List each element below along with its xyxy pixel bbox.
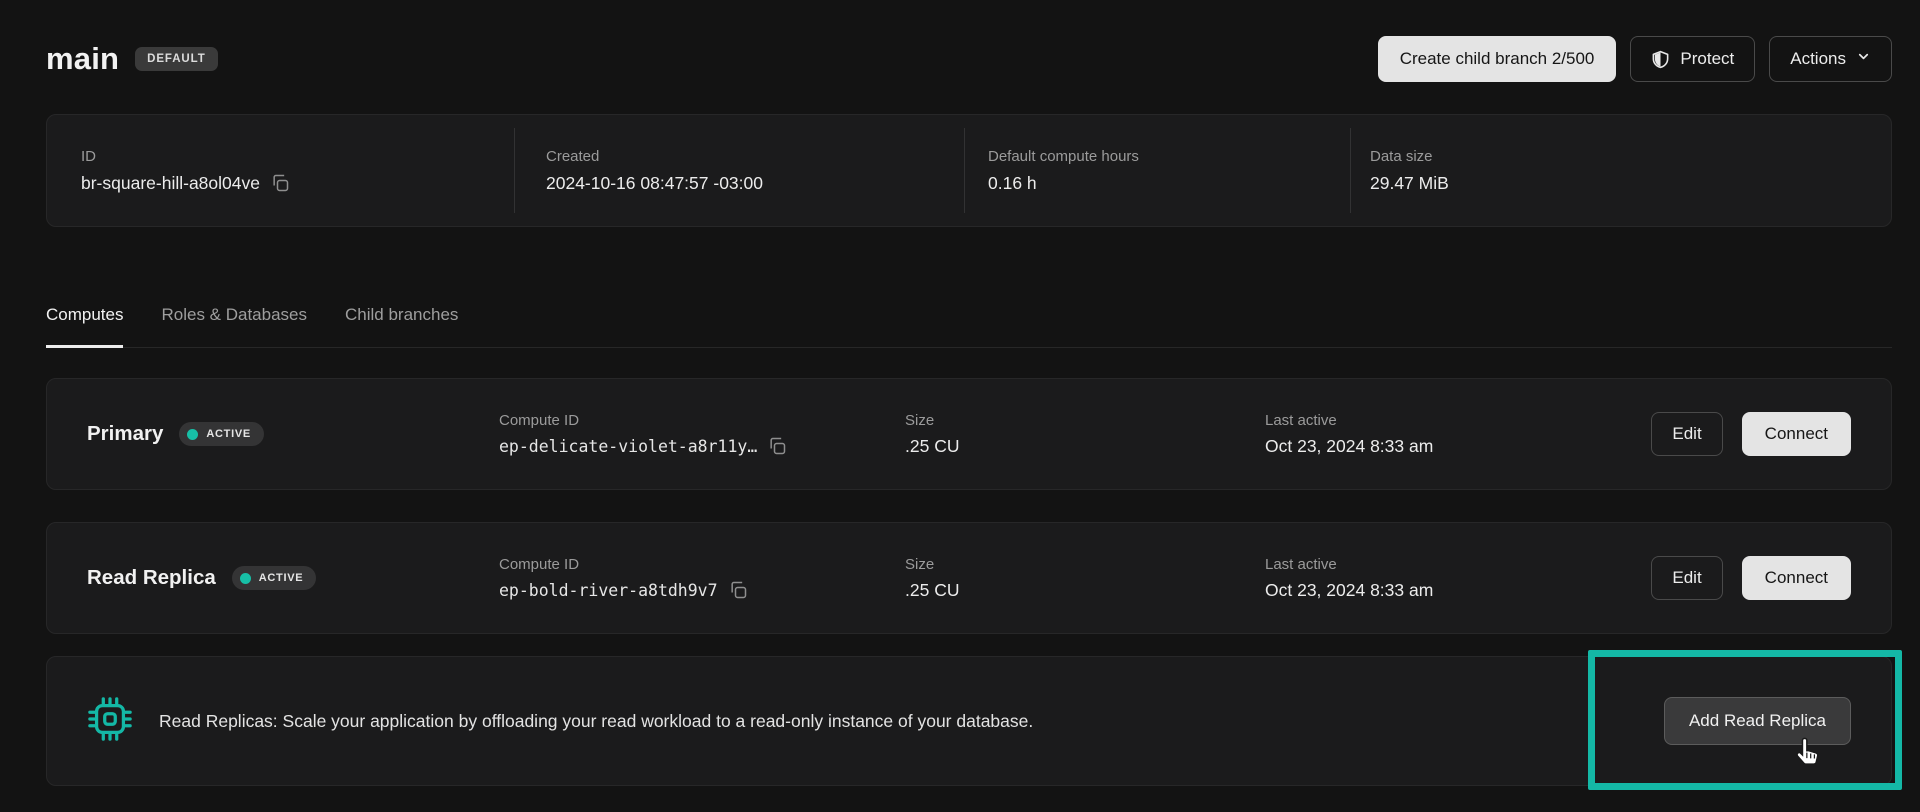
- page-header: main DEFAULT Create child branch 2/500 P…: [46, 36, 1892, 82]
- size-label: Size: [905, 412, 1265, 429]
- actions-button[interactable]: Actions: [1769, 36, 1892, 82]
- status-label: ACTIVE: [206, 428, 251, 440]
- branch-page: main DEFAULT Create child branch 2/500 P…: [0, 0, 1920, 812]
- copy-icon[interactable]: [270, 173, 290, 193]
- cpu-chip-icon: [87, 696, 133, 747]
- compute-id-label: Compute ID: [499, 556, 905, 573]
- tab-computes[interactable]: Computes: [46, 291, 123, 348]
- compute-row-primary: Primary ACTIVE Compute ID ep-delicate-vi…: [46, 378, 1892, 490]
- compute-id-value: ep-bold-river-a8tdh9v7: [499, 581, 718, 600]
- chevron-down-icon: [1856, 49, 1871, 69]
- status-dot-icon: [187, 429, 198, 440]
- summary-field-compute-hours: Default compute hours 0.16 h: [964, 115, 1350, 226]
- compute-name: Primary: [87, 422, 163, 446]
- summary-field-created: Created 2024-10-16 08:47:57 -03:00: [514, 115, 964, 226]
- branch-summary-card: ID br-square-hill-a8ol04ve Created 2024-…: [46, 114, 1892, 227]
- tab-roles-databases[interactable]: Roles & Databases: [161, 291, 307, 348]
- branch-id-value: br-square-hill-a8ol04ve: [81, 173, 260, 194]
- add-read-replica-button[interactable]: Add Read Replica: [1664, 697, 1851, 745]
- actions-label: Actions: [1790, 49, 1846, 69]
- edit-button[interactable]: Edit: [1651, 556, 1722, 600]
- compute-row-read-replica: Read Replica ACTIVE Compute ID ep-bold-r…: [46, 522, 1892, 634]
- branch-tabs: Computes Roles & Databases Child branche…: [46, 291, 1892, 348]
- status-badge: ACTIVE: [232, 566, 317, 590]
- copy-icon[interactable]: [767, 436, 787, 456]
- branch-title: main: [46, 41, 119, 77]
- created-value: 2024-10-16 08:47:57 -03:00: [546, 173, 964, 194]
- compute-name: Read Replica: [87, 566, 216, 590]
- compute-id-label: Compute ID: [499, 412, 905, 429]
- size-label: Size: [905, 556, 1265, 573]
- connect-button[interactable]: Connect: [1742, 412, 1851, 456]
- edit-button[interactable]: Edit: [1651, 412, 1722, 456]
- shield-icon: [1651, 49, 1670, 70]
- size-value: .25 CU: [905, 436, 1265, 457]
- last-active-label: Last active: [1265, 412, 1651, 429]
- status-dot-icon: [240, 573, 251, 584]
- summary-field-data-size: Data size 29.47 MiB: [1350, 115, 1891, 226]
- connect-button[interactable]: Connect: [1742, 556, 1851, 600]
- create-child-branch-button[interactable]: Create child branch 2/500: [1378, 36, 1617, 82]
- last-active-value: Oct 23, 2024 8:33 am: [1265, 436, 1651, 457]
- status-badge: ACTIVE: [179, 422, 264, 446]
- default-badge: DEFAULT: [135, 47, 217, 71]
- field-label: Default compute hours: [988, 148, 1350, 165]
- data-size-value: 29.47 MiB: [1370, 173, 1891, 194]
- summary-field-id: ID br-square-hill-a8ol04ve: [47, 115, 514, 226]
- field-label: ID: [81, 148, 514, 165]
- read-replica-banner: Read Replicas: Scale your application by…: [46, 656, 1892, 786]
- copy-icon[interactable]: [728, 580, 748, 600]
- field-label: Data size: [1370, 148, 1891, 165]
- compute-id-value: ep-delicate-violet-a8r11y…: [499, 437, 757, 456]
- compute-hours-value: 0.16 h: [988, 173, 1350, 194]
- protect-label: Protect: [1680, 49, 1734, 69]
- field-label: Created: [546, 148, 964, 165]
- size-value: .25 CU: [905, 580, 1265, 601]
- last-active-value: Oct 23, 2024 8:33 am: [1265, 580, 1651, 601]
- protect-button[interactable]: Protect: [1630, 36, 1755, 82]
- status-label: ACTIVE: [259, 572, 304, 584]
- last-active-label: Last active: [1265, 556, 1651, 573]
- header-actions: Create child branch 2/500 Protect Action…: [1378, 36, 1892, 82]
- read-replica-description: Read Replicas: Scale your application by…: [159, 711, 1033, 732]
- tab-child-branches[interactable]: Child branches: [345, 291, 458, 348]
